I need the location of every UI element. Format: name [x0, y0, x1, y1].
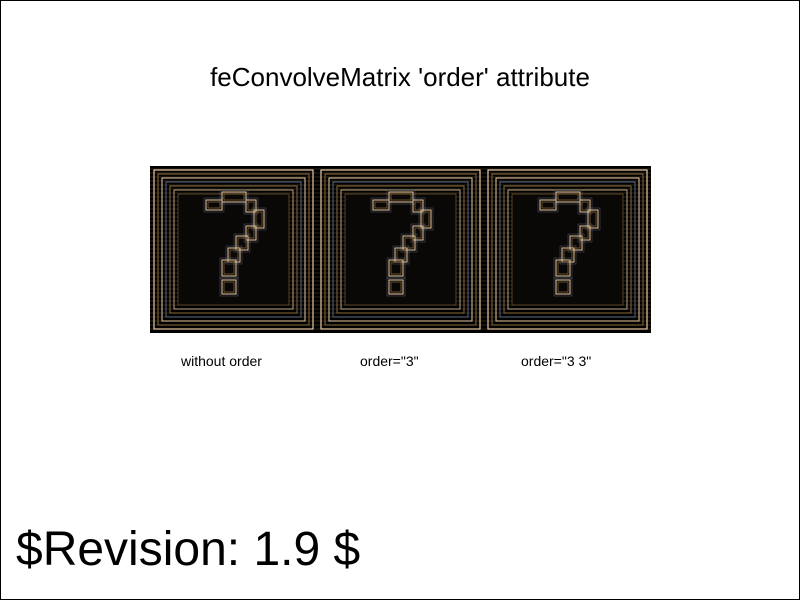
caption-order-3: order="3": [360, 353, 419, 369]
page-title: feConvolveMatrix 'order' attribute: [210, 62, 590, 92]
filtered-image-order-3: [317, 166, 484, 333]
question-mark-block-icon: [317, 166, 484, 333]
question-mark-block-icon: [484, 166, 651, 333]
filtered-image-order-3-3: [484, 166, 651, 333]
question-mark-block-icon: [150, 166, 317, 333]
filtered-image-without-order: [150, 166, 317, 333]
caption-order-3-3: order="3 3": [521, 353, 592, 369]
caption-without-order: without order: [181, 353, 262, 369]
revision-label: $Revision: 1.9 $: [16, 523, 361, 576]
